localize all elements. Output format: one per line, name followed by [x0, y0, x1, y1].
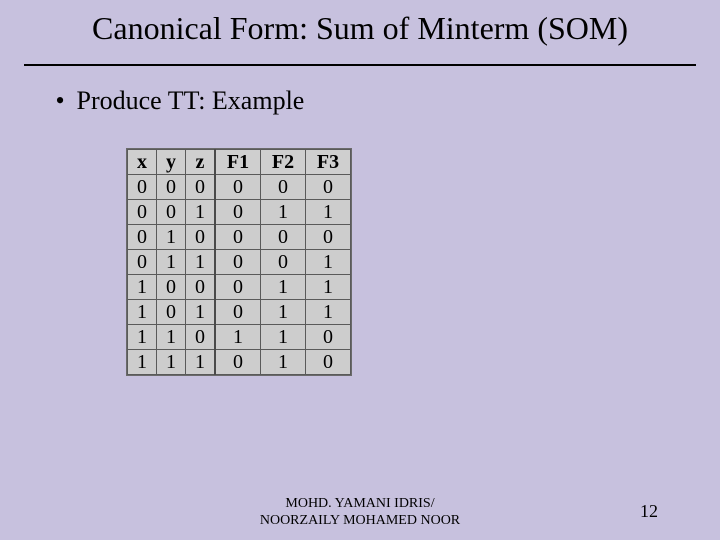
cell: 0 — [306, 175, 351, 200]
cell: 1 — [157, 325, 186, 350]
cell: 1 — [128, 275, 157, 300]
cell: 1 — [261, 350, 306, 375]
cell: 0 — [261, 175, 306, 200]
cell: 1 — [306, 250, 351, 275]
cell: 1 — [128, 350, 157, 375]
cell: 0 — [157, 275, 186, 300]
cell: 0 — [128, 200, 157, 225]
cell: 0 — [157, 175, 186, 200]
cell: 1 — [186, 300, 216, 325]
cell: 0 — [186, 275, 216, 300]
table-row: 0 0 1 0 1 1 — [128, 200, 351, 225]
truth-table-wrap: x y z F1 F2 F3 0 0 0 0 0 0 — [126, 148, 352, 381]
cell: 0 — [128, 250, 157, 275]
table-row: 1 1 1 0 1 0 — [128, 350, 351, 375]
cell: 0 — [186, 175, 216, 200]
cell: 0 — [157, 200, 186, 225]
table-header-row: x y z F1 F2 F3 — [128, 150, 351, 175]
cell: 0 — [261, 225, 306, 250]
cell: 0 — [215, 200, 261, 225]
cell: 0 — [215, 225, 261, 250]
cell: 1 — [157, 225, 186, 250]
th-f1: F1 — [215, 150, 261, 175]
cell: 1 — [261, 325, 306, 350]
cell: 0 — [128, 225, 157, 250]
cell: 1 — [261, 275, 306, 300]
table-row: 1 0 0 0 1 1 — [128, 275, 351, 300]
bullet-text: Produce TT: Example — [77, 86, 305, 115]
cell: 0 — [215, 275, 261, 300]
bullet-line: • Produce TT: Example — [50, 86, 304, 116]
cell: 1 — [215, 325, 261, 350]
cell: 0 — [261, 250, 306, 275]
cell: 1 — [186, 200, 216, 225]
table-row: 0 1 0 0 0 0 — [128, 225, 351, 250]
th-f2: F2 — [261, 150, 306, 175]
cell: 1 — [186, 250, 216, 275]
cell: 0 — [157, 300, 186, 325]
th-f3: F3 — [306, 150, 351, 175]
truth-table: x y z F1 F2 F3 0 0 0 0 0 0 — [127, 149, 351, 375]
slide: Canonical Form: Sum of Minterm (SOM) • P… — [0, 0, 720, 540]
truth-table-box: x y z F1 F2 F3 0 0 0 0 0 0 — [126, 148, 352, 376]
table-row: 1 0 1 0 1 1 — [128, 300, 351, 325]
cell: 1 — [306, 275, 351, 300]
title-divider — [24, 64, 696, 66]
cell: 0 — [215, 350, 261, 375]
cell: 0 — [186, 325, 216, 350]
table-row: 0 1 1 0 0 1 — [128, 250, 351, 275]
th-x: x — [128, 150, 157, 175]
cell: 1 — [306, 200, 351, 225]
cell: 1 — [128, 325, 157, 350]
cell: 1 — [128, 300, 157, 325]
cell: 0 — [215, 300, 261, 325]
cell: 0 — [215, 175, 261, 200]
footer-credit: MOHD. YAMANI IDRIS/ NOORZAILY MOHAMED NO… — [0, 496, 720, 530]
cell: 1 — [261, 300, 306, 325]
cell: 0 — [306, 225, 351, 250]
cell: 1 — [186, 350, 216, 375]
cell: 0 — [306, 325, 351, 350]
page-number: 12 — [640, 501, 658, 522]
table-row: 1 1 0 1 1 0 — [128, 325, 351, 350]
footer-line-1: MOHD. YAMANI IDRIS/ — [285, 496, 434, 511]
cell: 1 — [261, 200, 306, 225]
th-z: z — [186, 150, 216, 175]
cell: 0 — [128, 175, 157, 200]
footer-line-2: NOORZAILY MOHAMED NOOR — [260, 513, 460, 528]
cell: 1 — [157, 350, 186, 375]
page-title: Canonical Form: Sum of Minterm (SOM) — [0, 10, 720, 47]
cell: 1 — [157, 250, 186, 275]
bullet-dot-icon: • — [50, 86, 70, 116]
table-row: 0 0 0 0 0 0 — [128, 175, 351, 200]
cell: 0 — [215, 250, 261, 275]
cell: 0 — [186, 225, 216, 250]
cell: 0 — [306, 350, 351, 375]
th-y: y — [157, 150, 186, 175]
cell: 1 — [306, 300, 351, 325]
